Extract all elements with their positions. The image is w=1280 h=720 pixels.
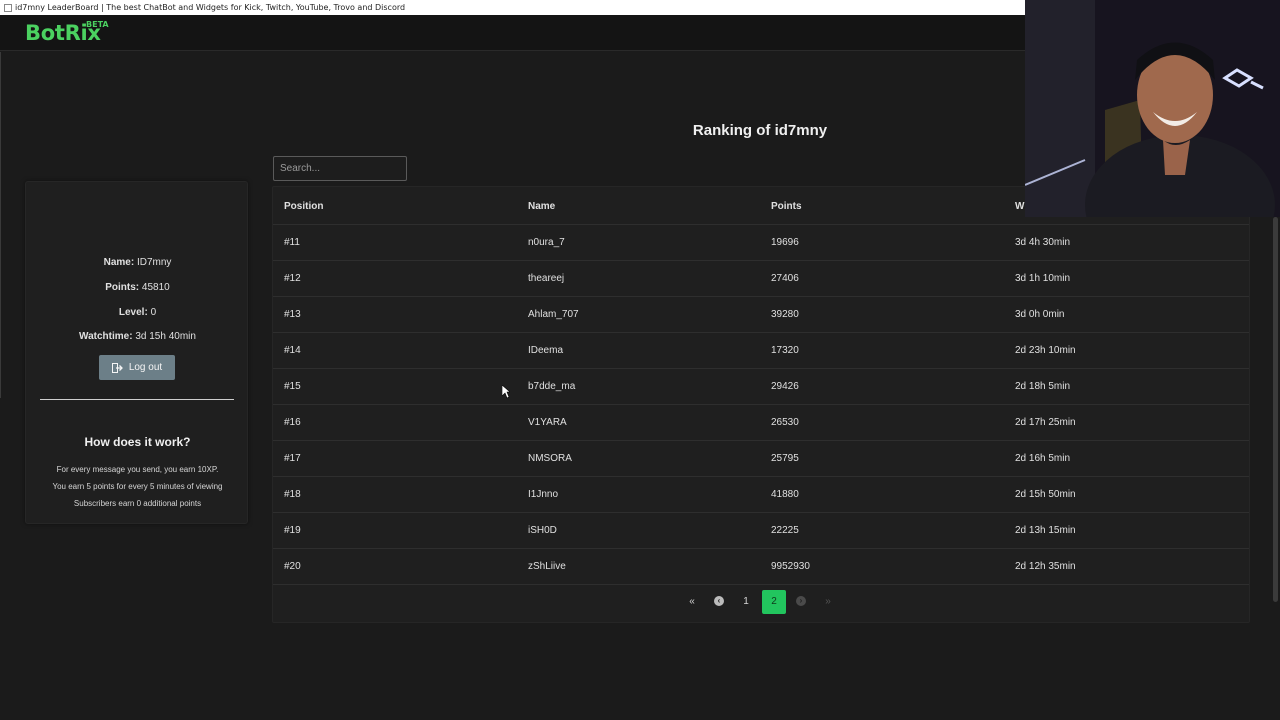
page-2-button[interactable]: 2	[762, 590, 786, 614]
watchtime-label: Watchtime:	[79, 331, 133, 342]
row-position: #18	[284, 489, 301, 500]
row-watchtime: 3d 1h 10min	[1015, 273, 1071, 284]
chevron-right-icon: ›	[796, 596, 806, 607]
row-watchtime: 2d 12h 35min	[1015, 561, 1076, 572]
page-1-button[interactable]: 1	[734, 590, 758, 614]
beta-badge: BETA	[86, 20, 109, 29]
row-position: #19	[284, 525, 301, 536]
table-row: #17 NMSORA 25795 2d 16h 5min	[273, 441, 1249, 477]
how-it-works-title: How does it work?	[84, 435, 191, 449]
header-name[interactable]: Name	[528, 189, 555, 225]
table-row: #18 I1Jnno 41880 2d 15h 50min	[273, 477, 1249, 513]
profile-points-row: Points: 45810	[26, 282, 249, 293]
row-watchtime: 3d 0h 0min	[1015, 309, 1065, 320]
row-watchtime: 2d 13h 15min	[1015, 525, 1076, 536]
table-row: #12 theareej 27406 3d 1h 10min	[273, 261, 1249, 297]
row-position: #17	[284, 453, 301, 464]
row-watchtime: 2d 16h 5min	[1015, 453, 1071, 464]
row-watchtime: 2d 18h 5min	[1015, 381, 1071, 392]
row-points: 17320	[771, 345, 799, 356]
points-label: Points:	[105, 282, 140, 293]
table-row: #19 iSH0D 22225 2d 13h 15min	[273, 513, 1249, 549]
page-title: Ranking of id7mny	[692, 122, 828, 139]
profile-divider	[40, 399, 234, 400]
how-line: Subscribers earn 0 additional points	[73, 499, 202, 508]
row-points: 39280	[771, 309, 799, 320]
row-name: I1Jnno	[528, 489, 559, 500]
row-points: 19696	[771, 237, 799, 248]
left-edge-line	[0, 52, 1, 398]
table-row: #16 V1YARA 26530 2d 17h 25min	[273, 405, 1249, 441]
header-position[interactable]: Position	[284, 189, 323, 225]
profile-card: Name: ID7mny Points: 45810 Level: 0 Watc…	[25, 181, 248, 524]
profile-watchtime: 3d 15h 40min	[135, 331, 196, 342]
how-line: For every message you send, you earn 10X…	[56, 465, 219, 474]
row-watchtime: 2d 15h 50min	[1015, 489, 1076, 500]
row-position: #13	[284, 309, 301, 320]
table-row: #14 IDeema 17320 2d 23h 10min	[273, 333, 1249, 369]
profile-watchtime-row: Watchtime: 3d 15h 40min	[26, 331, 249, 342]
row-position: #20	[284, 561, 301, 572]
row-name: n0ura_7	[528, 237, 565, 248]
webcam-overlay	[1025, 0, 1280, 217]
streamer-webcam-image	[1025, 0, 1280, 217]
header-points[interactable]: Points	[771, 189, 802, 225]
row-name: IDeema	[528, 345, 564, 356]
row-name: zShLiive	[528, 561, 566, 572]
prev-page-button[interactable]: ‹	[707, 590, 731, 614]
row-name: NMSORA	[528, 453, 572, 464]
table-row: #11 n0ura_7 19696 3d 4h 30min	[273, 225, 1249, 261]
logout-label: Log out	[128, 362, 163, 373]
profile-points: 45810	[141, 282, 170, 293]
row-position: #14	[284, 345, 301, 356]
window-title: id7mny LeaderBoard | The best ChatBot an…	[15, 3, 406, 12]
level-label: Level:	[118, 307, 148, 318]
last-page-button[interactable]: »	[816, 590, 840, 614]
profile-name-row: Name: ID7mny	[26, 257, 249, 268]
profile-level-row: Level: 0	[26, 307, 249, 318]
row-points: 29426	[771, 381, 799, 392]
page-favicon-icon	[4, 3, 12, 12]
chevron-left-icon: ‹	[714, 596, 724, 607]
how-line: You earn 5 points for every 5 minutes of…	[52, 482, 223, 491]
search-input[interactable]	[273, 156, 407, 181]
row-name: iSH0D	[528, 525, 557, 536]
row-position: #11	[284, 237, 300, 248]
next-page-button[interactable]: ›	[789, 590, 813, 614]
row-watchtime: 2d 23h 10min	[1015, 345, 1076, 356]
row-points: 41880	[771, 489, 799, 500]
row-name: b7dde_ma	[528, 381, 576, 392]
row-watchtime: 3d 4h 30min	[1015, 237, 1071, 248]
row-points: 27406	[771, 273, 799, 284]
row-points: 9952930	[771, 561, 810, 572]
row-name: theareej	[528, 273, 565, 284]
row-position: #15	[284, 381, 301, 392]
mouse-cursor-icon	[502, 385, 510, 399]
header-watchtime[interactable]: W	[1015, 189, 1024, 225]
row-points: 26530	[771, 417, 799, 428]
name-label: Name:	[103, 257, 135, 268]
table-row: #13 Ahlam_707 39280 3d 0h 0min	[273, 297, 1249, 333]
row-watchtime: 2d 17h 25min	[1015, 417, 1076, 428]
double-chevron-left-icon: «	[689, 596, 695, 607]
row-position: #12	[284, 273, 301, 284]
profile-level: 0	[150, 307, 157, 318]
profile-name: ID7mny	[136, 257, 172, 268]
row-points: 22225	[771, 525, 799, 536]
row-points: 25795	[771, 453, 799, 464]
sign-out-icon	[111, 362, 123, 373]
table-row: #20 zShLiive 9952930 2d 12h 35min	[273, 549, 1249, 585]
pagination: « ‹ 1 2 › »	[273, 590, 1249, 614]
row-name: V1YARA	[528, 417, 567, 428]
row-position: #16	[284, 417, 301, 428]
first-page-button[interactable]: «	[680, 590, 704, 614]
page-scrollbar[interactable]	[1273, 217, 1278, 602]
double-chevron-right-icon: »	[825, 596, 831, 607]
row-name: Ahlam_707	[528, 309, 579, 320]
leaderboard-table: Position Name Points W #11 n0ura_7 19696…	[272, 186, 1250, 623]
table-row: #15 b7dde_ma 29426 2d 18h 5min	[273, 369, 1249, 405]
logout-button[interactable]: Log out	[99, 355, 175, 380]
